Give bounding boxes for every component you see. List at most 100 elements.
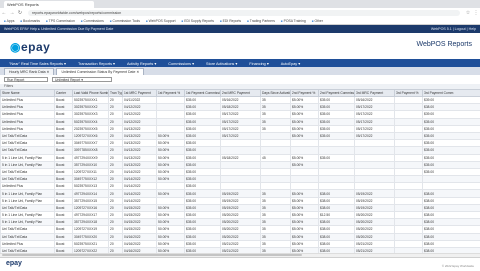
browser-tab[interactable]: WebPOS Reports	[4, 1, 94, 8]
table-cell: $35.00	[185, 176, 221, 183]
table-row[interactable]: Unl Talk/Txt/DataBoost1209727XXX112004/1…	[1, 168, 480, 175]
table-cell: $5.00%	[291, 219, 319, 226]
table-row[interactable]: Unlimited PlusBoost5023975XXXX42004/12/2…	[1, 118, 480, 125]
bookmark-item[interactable]: EDI Reports	[220, 19, 241, 23]
report-select[interactable]: Unlimited Report ▾	[52, 77, 112, 82]
menu-item[interactable]: AutoEpay ▾	[276, 61, 305, 66]
table-cell: 35	[261, 226, 291, 233]
column-header[interactable]: Store Name	[1, 90, 55, 97]
table-row[interactable]: 5 in 1 Line Unl, Family PlanBoost3577294…	[1, 219, 480, 226]
bookmark-item[interactable]: Trading Partners	[247, 19, 275, 23]
table-row[interactable]: Unlimited PlusBoost5023975XXXX12004/11/2…	[1, 97, 480, 104]
table-cell: 3577294XXX18	[73, 219, 109, 226]
table-cell	[319, 147, 355, 154]
table-cell: $38.00	[423, 104, 480, 111]
column-header[interactable]: 1st Payment %	[157, 90, 185, 97]
table-cell: 04/15/2022	[123, 204, 157, 211]
column-header[interactable]: Days Since Activation	[261, 90, 291, 97]
table-row[interactable]: Unl Talk/Txt/DataBoost1209727XXXX62004/1…	[1, 132, 480, 139]
bookmark-item[interactable]: Commission Tools	[110, 19, 140, 23]
table-row[interactable]: Unl Talk/Txt/DataBoost3049775XXX122004/1…	[1, 176, 480, 183]
bookmark-item[interactable]: Apps	[4, 19, 14, 23]
table-cell	[395, 168, 423, 175]
menu-item[interactable]: Commissions ▾	[163, 61, 199, 66]
bookmark-item[interactable]: WebPOS Support	[146, 19, 176, 23]
bookmark-item[interactable]: Other	[312, 19, 323, 23]
column-header[interactable]: Last Valid Phone Number	[73, 90, 109, 97]
tab-unlimited-commission[interactable]: Unlimited Commission Status By Payment D…	[56, 68, 144, 75]
column-header[interactable]: 3rd Payment %	[395, 90, 423, 97]
table-row[interactable]: 5 in 1 Line Unl, Family PlanBoost4977294…	[1, 212, 480, 219]
table-cell: 05/19/2022	[355, 190, 395, 197]
menu-item[interactable]: Transaction Reports ▾	[73, 61, 120, 66]
table-row[interactable]: Unl Talk/Txt/DataBoost3097785XXXX82004/1…	[1, 147, 480, 154]
table-row[interactable]: Unl Talk/Txt/DataBoost1209727XXX162004/1…	[1, 204, 480, 211]
table-row[interactable]: Unl Talk/Txt/DataBoost3049775XXXX72004/1…	[1, 140, 480, 147]
reload-icon[interactable]: ↻	[16, 10, 24, 16]
table-row[interactable]: 5 in 1 Line Unl, Family PlanBoost4977294…	[1, 190, 480, 197]
column-header[interactable]: Tran Type	[109, 90, 123, 97]
bookmark-item[interactable]: EDI Supply Reports	[182, 19, 214, 23]
app-header-breadcrumb[interactable]: WebPOS EPAY Help ▸ Unlimited Commission …	[4, 27, 113, 31]
bookmark-item[interactable]: POSA Training	[281, 19, 306, 23]
column-header[interactable]: Carrier	[55, 90, 73, 97]
table-row[interactable]: 5 in 1 Line Unl, Family PlanBoost3577294…	[1, 161, 480, 168]
table-row[interactable]: Unl Talk/Txt/DataBoost1209727XXX192004/1…	[1, 226, 480, 233]
column-header[interactable]: 3rd Payment Comm	[423, 90, 480, 97]
star-icon[interactable]: ☆	[464, 10, 472, 16]
table-row[interactable]: Unl Talk/Txt/DataBoost3049775XXX202004/1…	[1, 233, 480, 240]
menu-item[interactable]: Activity Reports ▾	[122, 61, 161, 66]
table-cell: Boost	[55, 226, 73, 233]
table-cell	[291, 168, 319, 175]
bookmark-item[interactable]: Bookmarks	[20, 19, 40, 23]
table-cell: Boost	[55, 197, 73, 204]
menu-item[interactable]: Financing ▾	[244, 61, 273, 66]
bookmark-item[interactable]: TPS Commission	[46, 19, 75, 23]
table-cell: 04/12/2022	[123, 118, 157, 125]
table-row[interactable]: Unlimited PlusBoost5023975XXX212004/16/2…	[1, 240, 480, 247]
table-cell: 05/20/2022	[221, 219, 261, 226]
table-row[interactable]: Unlimited PlusBoost3023975XXXX22004/12/2…	[1, 104, 480, 111]
table-cell: $38.00	[423, 240, 480, 247]
forward-icon[interactable]: →	[8, 10, 16, 16]
table-cell: $5.00%	[291, 132, 319, 139]
menu-item[interactable]: Store Activations ▾	[201, 61, 242, 66]
bookmark-item[interactable]: Commissions	[81, 19, 104, 23]
table-cell: $35.00	[185, 97, 221, 104]
column-header[interactable]: 2nd Payment %	[291, 90, 319, 97]
table-cell: 1209727XXX11	[73, 168, 109, 175]
table-row[interactable]: Unlimited PlusBoost5023975XXX132004/14/2…	[1, 183, 480, 190]
table-cell: 3049775XXX20	[73, 233, 109, 240]
table-cell: 04/15/2022	[123, 219, 157, 226]
column-header[interactable]: 1st Payment Commission	[185, 90, 221, 97]
table-cell: Unlimited Plus	[1, 111, 55, 118]
column-header[interactable]: 2nd MRC Payment	[221, 90, 261, 97]
run-report-button[interactable]: Run Report	[4, 77, 48, 82]
table-cell: 05/17/2022	[355, 118, 395, 125]
menu-dots-icon[interactable]: ⋮	[472, 10, 480, 16]
back-icon[interactable]: ←	[0, 10, 8, 16]
scrollbar-thumb[interactable]	[2, 254, 302, 256]
table-cell	[395, 118, 423, 125]
column-header[interactable]: 3rd MRC Payment	[355, 90, 395, 97]
tab-hourly-mrc[interactable]: Hourly MRC Rank Data ✕	[4, 68, 54, 75]
table-cell	[355, 154, 395, 161]
table-cell: 04/14/2022	[123, 197, 157, 204]
table-row[interactable]: 5 in 1 Line Unl, Family PlanBoost4977294…	[1, 154, 480, 161]
menu-item[interactable]: "Near" Real Time Sales Reports ▾	[4, 61, 71, 66]
main-menu: "Near" Real Time Sales Reports ▾Transact…	[0, 59, 480, 67]
column-header[interactable]: 1st MRC Payment	[123, 90, 157, 97]
table-row[interactable]: Unlimited PlusBoost2023975XXXX52004/13/2…	[1, 125, 480, 132]
table-cell: Unl Talk/Txt/Data	[1, 132, 55, 139]
table-cell: $5.00%	[291, 240, 319, 247]
table-cell: 5 in 1 Line Unl, Family Plan	[1, 161, 55, 168]
column-header[interactable]: 2nd Payment Commission	[319, 90, 355, 97]
url-input[interactable]: reports.epayworldwide.com/webpos/reports…	[28, 10, 460, 16]
table-row[interactable]: Unlimited PlusBoost3023975XXXX32004/12/2…	[1, 111, 480, 118]
table-cell: 2023975XXXX5	[73, 125, 109, 132]
table-cell: $38.00	[319, 226, 355, 233]
table-row[interactable]: 5 in 1 Line Unl, Family PlanBoost3577294…	[1, 197, 480, 204]
brand-area	[0, 33, 480, 59]
app-header-links[interactable]: WebPOS 5.1 | Logout | Help	[431, 27, 476, 31]
table-cell	[395, 197, 423, 204]
